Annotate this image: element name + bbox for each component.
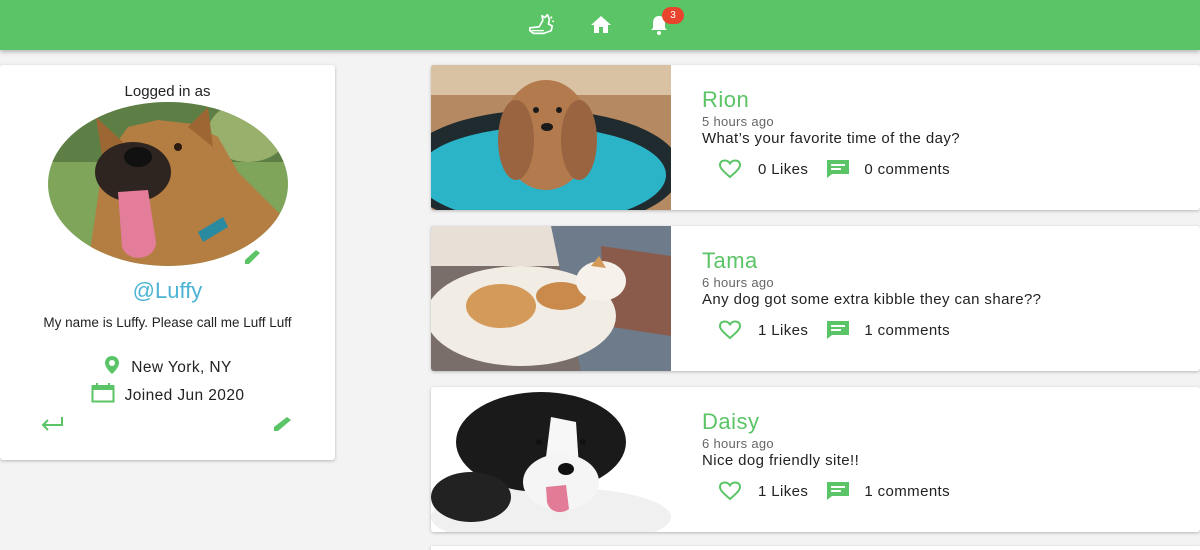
edit-profile-pencil-icon[interactable]: [272, 415, 296, 438]
notification-badge: 3: [662, 7, 684, 24]
comments-count[interactable]: 0 comments: [864, 161, 950, 178]
post-text: Nice dog friendly site!!: [702, 452, 860, 469]
comment-icon[interactable]: [826, 320, 850, 340]
post-time: 5 hours ago: [702, 114, 774, 129]
post-photo: [431, 226, 671, 371]
location-pin-icon: [103, 355, 121, 380]
post-author[interactable]: Rion: [702, 87, 749, 113]
dog-icon[interactable]: [527, 12, 555, 38]
avatar: [48, 102, 288, 266]
joined-row: Joined Jun 2020: [0, 383, 335, 408]
post-card: Rion 5 hours ago What’s your favorite ti…: [431, 65, 1200, 210]
post-time: 6 hours ago: [702, 275, 774, 290]
profile-bio: My name is Luffy. Please call me Luff Lu…: [43, 315, 292, 330]
post-photo: [431, 65, 671, 210]
profile-card: Logged in as @Luffy My name is Luffy. Pl…: [0, 65, 335, 460]
post-time: 6 hours ago: [702, 436, 774, 451]
likes-count: 1 Likes: [758, 482, 809, 500]
username: @Luffy: [132, 278, 203, 303]
edit-photo-pencil-icon[interactable]: [243, 248, 265, 271]
comments-count[interactable]: 1 comments: [864, 322, 950, 339]
calendar-icon: [91, 383, 115, 408]
post-card-partial: [431, 546, 1200, 550]
post-actions: 1 Likes 1 comments: [718, 320, 950, 340]
top-nav-bar: 3: [0, 0, 1200, 50]
post-actions: 0 Likes 0 comments: [718, 159, 950, 179]
post-author[interactable]: Daisy: [702, 409, 760, 435]
heart-icon[interactable]: [718, 159, 742, 179]
logged-in-label: Logged in as: [124, 83, 211, 100]
joined-text: Joined Jun 2020: [124, 386, 245, 404]
location-text: New York, NY: [131, 358, 232, 376]
post-actions: 1 Likes 1 comments: [718, 481, 950, 501]
likes-count: 0 Likes: [758, 160, 809, 178]
post-photo: [431, 387, 671, 532]
logout-arrow-icon[interactable]: [40, 415, 66, 436]
comment-icon[interactable]: [826, 159, 850, 179]
post-author[interactable]: Tama: [702, 248, 758, 274]
post-card: Tama 6 hours ago Any dog got some extra …: [431, 226, 1200, 371]
heart-icon[interactable]: [718, 320, 742, 340]
comment-icon[interactable]: [826, 481, 850, 501]
post-card: Daisy 6 hours ago Nice dog friendly site…: [431, 387, 1200, 532]
heart-icon[interactable]: [718, 481, 742, 501]
comments-count[interactable]: 1 comments: [864, 483, 950, 500]
home-icon[interactable]: [587, 12, 615, 38]
location-row: New York, NY: [0, 355, 335, 380]
likes-count: 1 Likes: [758, 321, 809, 339]
post-text: What’s your favorite time of the day?: [702, 130, 960, 147]
post-text: Any dog got some extra kibble they can s…: [702, 291, 1042, 308]
